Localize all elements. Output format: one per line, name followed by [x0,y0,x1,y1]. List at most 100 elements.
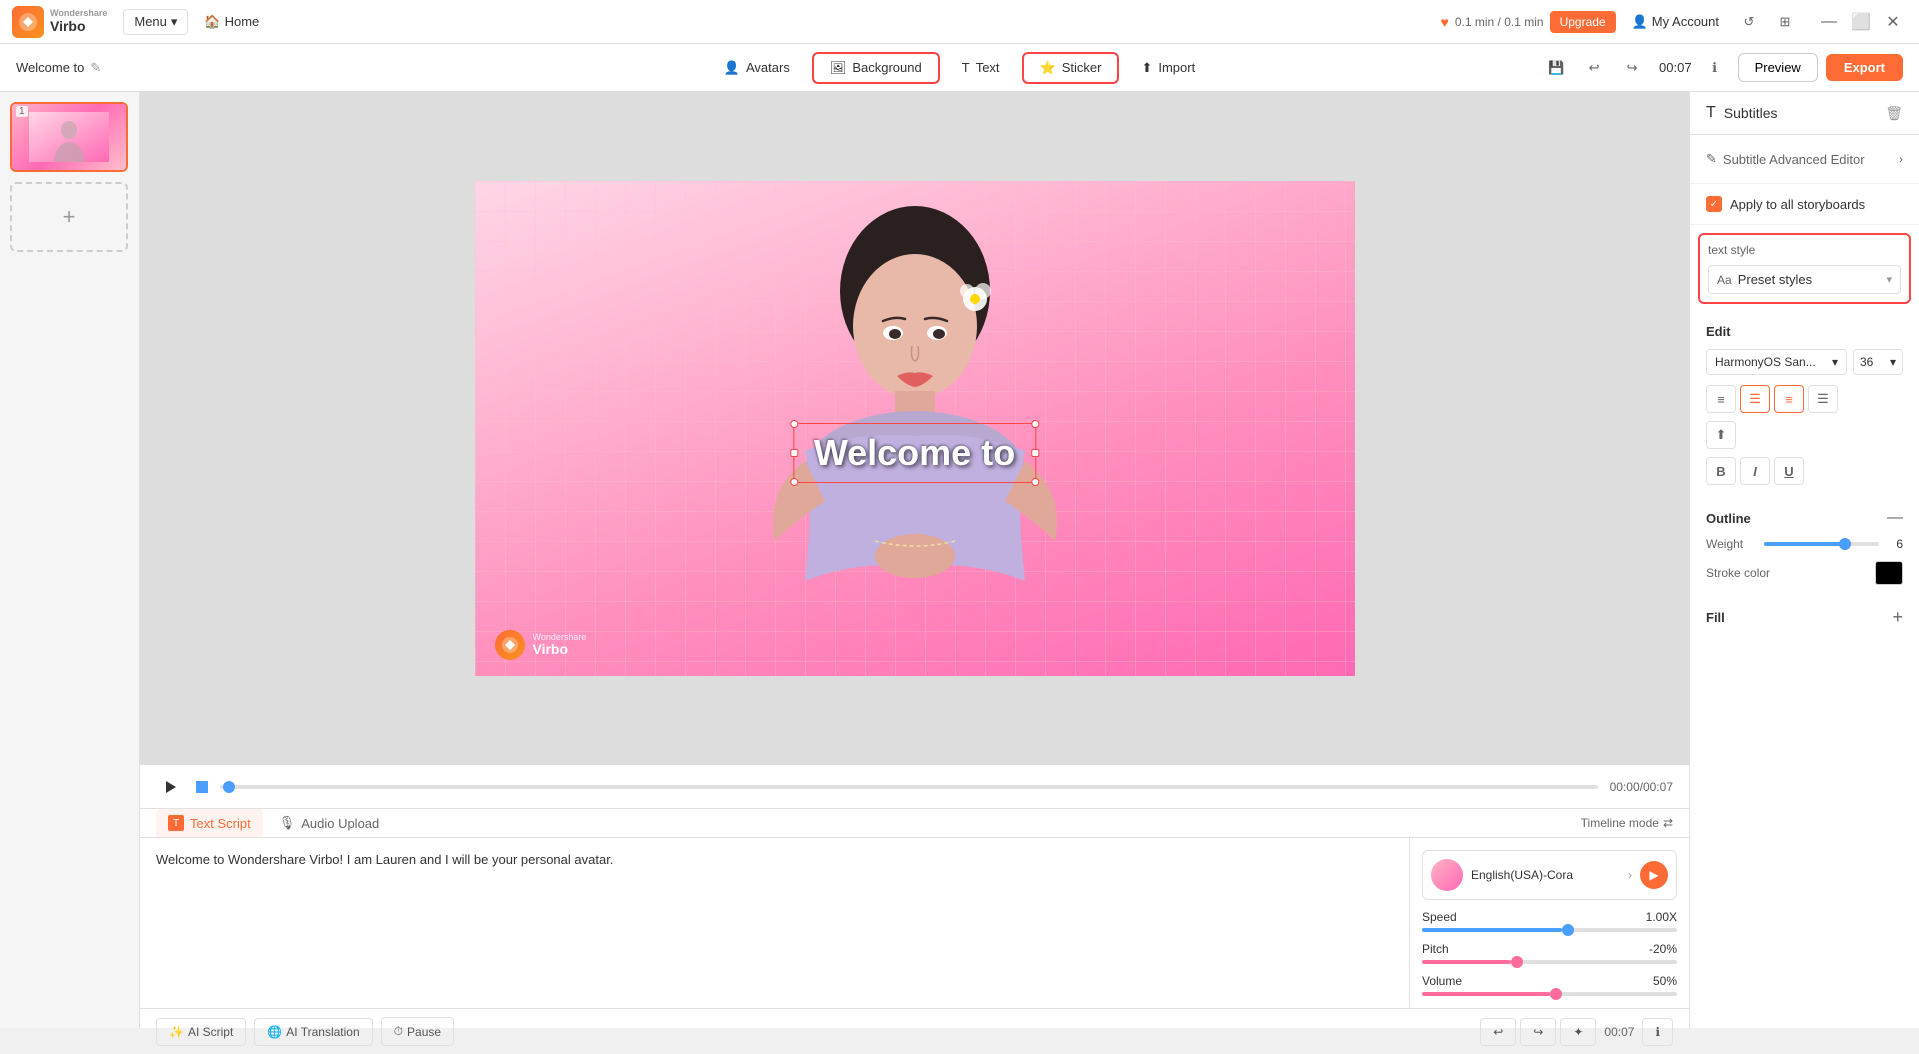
advanced-editor-link[interactable]: ✎ Subtitle Advanced Editor › [1706,147,1903,171]
script-area: T Text Script 🎙 Audio Upload Timeline mo… [140,808,1689,1028]
topbar: Wondershare Virbo Menu ▾ 🏠 Home ♥ 0.1 mi… [0,0,1919,44]
timeline-progress[interactable] [220,785,1598,789]
align-justify-button[interactable]: ☰ [1808,385,1838,413]
timeline-thumb[interactable] [223,781,235,793]
center-area: Wondershare Virbo Welcome to [140,92,1689,1028]
outline-collapse-button[interactable]: — [1887,509,1903,527]
ai-script-button[interactable]: ✨ AI Script [156,1018,246,1046]
export-button[interactable]: Export [1826,54,1903,81]
subtitles-title: Subtitles [1724,105,1877,121]
script-undo-icon[interactable]: ↩ [1480,1018,1516,1046]
ai-translation-button[interactable]: 🌐 AI Translation [254,1018,372,1046]
stroke-color-swatch[interactable] [1875,561,1903,585]
apply-all-checkbox[interactable]: ✓ [1706,196,1722,212]
script-magic-icon[interactable]: ✦ [1560,1018,1596,1046]
menu-button[interactable]: Menu ▾ [123,9,188,35]
import-label: Import [1158,60,1195,75]
upgrade-button[interactable]: Upgrade [1550,11,1616,33]
weight-slider[interactable] [1764,542,1879,546]
fill-header: Fill + [1706,607,1903,628]
handle-bl[interactable] [790,478,798,486]
text-overlay[interactable]: Welcome to [793,423,1036,483]
underline-button[interactable]: U [1774,457,1804,485]
speed-slider[interactable] [1422,928,1677,932]
time-info-icon[interactable]: ℹ [1700,53,1730,83]
home-label: Home [225,14,260,29]
apply-all-checkbox-row[interactable]: ✓ Apply to all storyboards [1706,196,1903,212]
handle-mr[interactable] [1031,449,1039,457]
fill-add-button[interactable]: + [1892,607,1903,628]
canvas-text: Welcome to [814,432,1015,473]
import-tab[interactable]: ⬆ Import [1123,52,1213,84]
bold-button[interactable]: B [1706,457,1736,485]
play-button[interactable] [156,773,184,801]
pause-icon: ⏱ [394,1024,403,1039]
edit-title-icon[interactable]: ✎ [90,60,101,76]
maximize-button[interactable]: ⬜ [1847,8,1875,36]
pitch-slider[interactable] [1422,960,1677,964]
pitch-thumb[interactable] [1511,956,1523,968]
storyboard-item-1[interactable]: 1 [10,102,128,172]
fill-title: Fill [1706,610,1725,625]
align-center-button[interactable]: ☰ [1740,385,1770,413]
sticker-tab[interactable]: ⭐ Sticker [1022,52,1120,84]
align-top-button[interactable]: ⬆ [1706,421,1736,449]
text-style-label: text style [1708,243,1901,257]
handle-ml[interactable] [790,449,798,457]
volume-param: Volume 50% [1422,974,1677,996]
save-icon[interactable]: 💾 [1541,53,1571,83]
preset-styles-arrow: ▾ [1886,273,1892,286]
audio-upload-tab[interactable]: 🎙 Audio Upload [267,809,392,837]
account-icon: 👤 [1632,14,1648,30]
volume-slider[interactable] [1422,992,1677,996]
script-redo-icon[interactable]: ↪ [1520,1018,1556,1046]
speed-thumb[interactable] [1562,924,1574,936]
font-family-select[interactable]: HarmonyOS San... ▾ [1706,349,1847,375]
weight-thumb[interactable] [1839,538,1851,550]
account-button[interactable]: 👤 My Account [1632,14,1719,30]
voice-play-button[interactable]: ▶ [1640,861,1668,889]
preset-styles-row[interactable]: Aa Preset styles ▾ [1708,265,1901,294]
italic-button[interactable]: I [1740,457,1770,485]
outline-section: Outline — Weight 6 Stroke color [1690,509,1919,607]
avatars-tab[interactable]: 👤 Avatars [706,52,808,84]
voice-selector[interactable]: English(USA)-Cora › ▶ [1422,850,1677,900]
storyboard-add-button[interactable]: + [10,182,128,252]
main-content: 1 + [0,92,1919,1028]
timer-display: ♥ 0.1 min / 0.1 min Upgrade [1441,11,1616,33]
timeline-mode-toggle[interactable]: Timeline mode ⇄ [1581,816,1673,830]
script-text-area[interactable]: Welcome to Wondershare Virbo! I am Laure… [140,838,1409,1008]
voice-panel: English(USA)-Cora › ▶ Speed 1.00X [1409,838,1689,1008]
page-title: Welcome to [16,60,84,75]
handle-tl[interactable] [790,420,798,428]
window-controls: — ⬜ ✕ [1815,8,1907,36]
refresh-icon[interactable]: ↺ [1735,8,1763,36]
delete-icon[interactable]: 🗑 [1885,105,1903,122]
home-button[interactable]: 🏠 Home [204,14,259,30]
background-tab[interactable]: 🖼 Background [812,52,940,84]
storyboard-thumb-1 [12,104,126,170]
edit-section: Edit HarmonyOS San... ▾ 36 ▾ ≡ ☰ ≡ ☰ [1690,312,1919,509]
close-button[interactable]: ✕ [1879,8,1907,36]
undo-icon[interactable]: ↩ [1579,53,1609,83]
align-left-button[interactable]: ≡ [1706,385,1736,413]
minimize-button[interactable]: — [1815,8,1843,36]
outline-header: Outline — [1706,509,1903,527]
preview-button[interactable]: Preview [1738,53,1818,82]
pause-button[interactable]: ⏱ Pause [381,1017,454,1046]
pitch-label: Pitch [1422,942,1449,956]
script-info-icon[interactable]: ℹ [1642,1018,1673,1046]
topbar-utility-icons: ↺ ⊞ [1735,8,1799,36]
font-size-select[interactable]: 36 ▾ [1853,349,1903,375]
grid-icon[interactable]: ⊞ [1771,8,1799,36]
text-tab[interactable]: T Text [944,52,1018,83]
advanced-editor-arrow: › [1899,152,1903,166]
redo-icon[interactable]: ↪ [1617,53,1647,83]
canvas: Wondershare Virbo Welcome to [475,181,1355,676]
align-right-button[interactable]: ≡ [1774,385,1804,413]
volume-label: Volume [1422,974,1462,988]
volume-thumb[interactable] [1550,988,1562,1000]
text-script-tab[interactable]: T Text Script [156,809,263,837]
sticker-icon: ⭐ [1040,60,1056,76]
menu-chevron-icon: ▾ [171,14,178,30]
